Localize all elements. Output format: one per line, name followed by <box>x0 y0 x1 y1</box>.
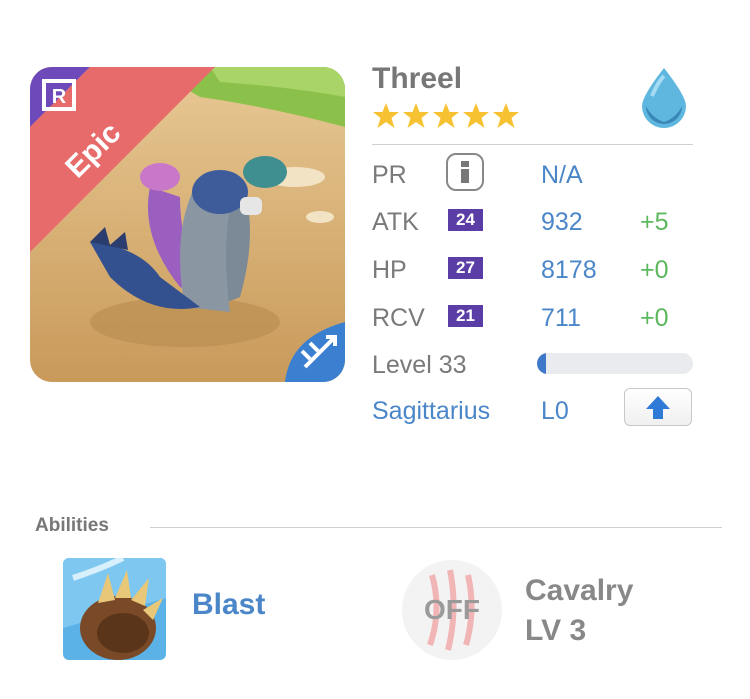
stat-badge-hp: 27 <box>448 257 483 279</box>
level-progress-fill <box>537 353 547 374</box>
star-icon <box>463 103 489 128</box>
stat-value-hp: 8178 <box>541 256 597 284</box>
arrow-up-icon <box>646 396 670 419</box>
stat-bonus-rcv: +0 <box>640 304 669 332</box>
upgrade-button[interactable] <box>624 388 692 426</box>
star-icon <box>433 103 459 128</box>
star-icon <box>403 103 429 128</box>
stats-divider <box>372 144 693 145</box>
abilities-title: Abilities <box>35 515 109 536</box>
abilities-divider <box>150 527 722 528</box>
info-button[interactable] <box>446 153 484 191</box>
stat-badge-rcv: 21 <box>448 305 483 327</box>
skill-off-label: OFF <box>424 594 480 625</box>
stat-label-pr: PR <box>372 161 407 189</box>
star-icon <box>373 103 399 128</box>
star-rating <box>372 102 522 135</box>
monster-name: Threel <box>372 62 463 95</box>
skill-name: Cavalry <box>525 574 634 607</box>
monster-portrait[interactable]: R Epic <box>30 67 345 382</box>
stat-badge-atk: 24 <box>448 209 483 231</box>
stat-bonus-atk: +5 <box>640 208 669 236</box>
ability-icon[interactable] <box>63 558 166 660</box>
water-drop-icon <box>636 66 692 133</box>
stat-bonus-hp: +0 <box>640 256 669 284</box>
star-icon <box>493 103 519 128</box>
rank-badge-text: R <box>52 86 67 108</box>
stat-label-hp: HP <box>372 256 407 284</box>
info-icon <box>461 161 469 183</box>
stat-value-pr: N/A <box>541 161 583 189</box>
stat-value-rcv: 711 <box>541 304 581 332</box>
ability-name: Blast <box>192 588 266 621</box>
skill-level: LV 3 <box>525 614 587 647</box>
stat-value-atk: 932 <box>541 208 583 236</box>
level-progress-bar <box>537 353 693 374</box>
sign-level: L0 <box>541 397 569 425</box>
stat-label-rcv: RCV <box>372 304 425 332</box>
stat-label-atk: ATK <box>372 208 419 236</box>
sign-link[interactable]: Sagittarius <box>372 397 490 426</box>
level-label: Level 33 <box>372 351 467 379</box>
